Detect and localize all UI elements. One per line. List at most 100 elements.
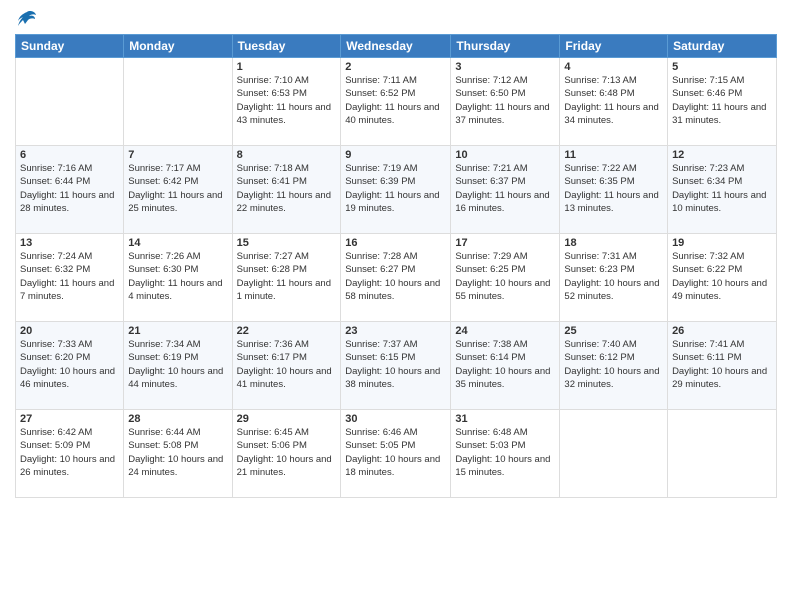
- day-info: Sunrise: 6:48 AM Sunset: 5:03 PM Dayligh…: [455, 426, 555, 479]
- day-info: Sunrise: 7:33 AM Sunset: 6:20 PM Dayligh…: [20, 338, 119, 391]
- day-info: Sunrise: 6:45 AM Sunset: 5:06 PM Dayligh…: [237, 426, 337, 479]
- day-number: 30: [345, 413, 446, 425]
- calendar-cell: 16Sunrise: 7:28 AM Sunset: 6:27 PM Dayli…: [341, 234, 451, 322]
- calendar-cell: 6Sunrise: 7:16 AM Sunset: 6:44 PM Daylig…: [16, 146, 124, 234]
- calendar-cell: 25Sunrise: 7:40 AM Sunset: 6:12 PM Dayli…: [560, 322, 668, 410]
- day-info: Sunrise: 7:29 AM Sunset: 6:25 PM Dayligh…: [455, 250, 555, 303]
- day-number: 10: [455, 149, 555, 161]
- calendar-cell: [124, 58, 232, 146]
- day-number: 14: [128, 237, 227, 249]
- day-number: 13: [20, 237, 119, 249]
- col-header-monday: Monday: [124, 35, 232, 58]
- day-number: 28: [128, 413, 227, 425]
- day-info: Sunrise: 7:38 AM Sunset: 6:14 PM Dayligh…: [455, 338, 555, 391]
- day-info: Sunrise: 7:17 AM Sunset: 6:42 PM Dayligh…: [128, 162, 227, 215]
- day-info: Sunrise: 7:21 AM Sunset: 6:37 PM Dayligh…: [455, 162, 555, 215]
- day-number: 3: [455, 61, 555, 73]
- calendar-cell: 27Sunrise: 6:42 AM Sunset: 5:09 PM Dayli…: [16, 410, 124, 498]
- day-info: Sunrise: 6:42 AM Sunset: 5:09 PM Dayligh…: [20, 426, 119, 479]
- calendar-header-row: SundayMondayTuesdayWednesdayThursdayFrid…: [16, 35, 777, 58]
- calendar-cell: 8Sunrise: 7:18 AM Sunset: 6:41 PM Daylig…: [232, 146, 341, 234]
- calendar-cell: 12Sunrise: 7:23 AM Sunset: 6:34 PM Dayli…: [668, 146, 777, 234]
- day-number: 12: [672, 149, 772, 161]
- day-info: Sunrise: 7:31 AM Sunset: 6:23 PM Dayligh…: [564, 250, 663, 303]
- day-info: Sunrise: 7:11 AM Sunset: 6:52 PM Dayligh…: [345, 74, 446, 127]
- day-number: 17: [455, 237, 555, 249]
- calendar-cell: 1Sunrise: 7:10 AM Sunset: 6:53 PM Daylig…: [232, 58, 341, 146]
- day-number: 7: [128, 149, 227, 161]
- day-info: Sunrise: 7:41 AM Sunset: 6:11 PM Dayligh…: [672, 338, 772, 391]
- day-number: 20: [20, 325, 119, 337]
- col-header-thursday: Thursday: [451, 35, 560, 58]
- calendar-cell: 22Sunrise: 7:36 AM Sunset: 6:17 PM Dayli…: [232, 322, 341, 410]
- calendar-cell: 30Sunrise: 6:46 AM Sunset: 5:05 PM Dayli…: [341, 410, 451, 498]
- col-header-tuesday: Tuesday: [232, 35, 341, 58]
- day-info: Sunrise: 7:26 AM Sunset: 6:30 PM Dayligh…: [128, 250, 227, 303]
- day-info: Sunrise: 7:37 AM Sunset: 6:15 PM Dayligh…: [345, 338, 446, 391]
- calendar-cell: 2Sunrise: 7:11 AM Sunset: 6:52 PM Daylig…: [341, 58, 451, 146]
- day-info: Sunrise: 7:34 AM Sunset: 6:19 PM Dayligh…: [128, 338, 227, 391]
- calendar-cell: 4Sunrise: 7:13 AM Sunset: 6:48 PM Daylig…: [560, 58, 668, 146]
- calendar-week-row: 20Sunrise: 7:33 AM Sunset: 6:20 PM Dayli…: [16, 322, 777, 410]
- day-number: 9: [345, 149, 446, 161]
- col-header-wednesday: Wednesday: [341, 35, 451, 58]
- calendar-cell: [16, 58, 124, 146]
- day-number: 18: [564, 237, 663, 249]
- day-number: 23: [345, 325, 446, 337]
- calendar-cell: [668, 410, 777, 498]
- day-number: 22: [237, 325, 337, 337]
- calendar-table: SundayMondayTuesdayWednesdayThursdayFrid…: [15, 34, 777, 498]
- day-number: 25: [564, 325, 663, 337]
- logo-bird-icon: [17, 10, 37, 28]
- day-info: Sunrise: 7:27 AM Sunset: 6:28 PM Dayligh…: [237, 250, 337, 303]
- day-number: 24: [455, 325, 555, 337]
- col-header-friday: Friday: [560, 35, 668, 58]
- calendar-cell: 13Sunrise: 7:24 AM Sunset: 6:32 PM Dayli…: [16, 234, 124, 322]
- col-header-sunday: Sunday: [16, 35, 124, 58]
- calendar-cell: 10Sunrise: 7:21 AM Sunset: 6:37 PM Dayli…: [451, 146, 560, 234]
- day-info: Sunrise: 7:40 AM Sunset: 6:12 PM Dayligh…: [564, 338, 663, 391]
- day-number: 31: [455, 413, 555, 425]
- day-number: 27: [20, 413, 119, 425]
- calendar-cell: 24Sunrise: 7:38 AM Sunset: 6:14 PM Dayli…: [451, 322, 560, 410]
- day-number: 21: [128, 325, 227, 337]
- day-info: Sunrise: 7:16 AM Sunset: 6:44 PM Dayligh…: [20, 162, 119, 215]
- day-info: Sunrise: 7:15 AM Sunset: 6:46 PM Dayligh…: [672, 74, 772, 127]
- day-info: Sunrise: 6:44 AM Sunset: 5:08 PM Dayligh…: [128, 426, 227, 479]
- calendar-cell: [560, 410, 668, 498]
- day-info: Sunrise: 7:13 AM Sunset: 6:48 PM Dayligh…: [564, 74, 663, 127]
- calendar-cell: 28Sunrise: 6:44 AM Sunset: 5:08 PM Dayli…: [124, 410, 232, 498]
- day-number: 19: [672, 237, 772, 249]
- day-info: Sunrise: 7:12 AM Sunset: 6:50 PM Dayligh…: [455, 74, 555, 127]
- calendar-cell: 18Sunrise: 7:31 AM Sunset: 6:23 PM Dayli…: [560, 234, 668, 322]
- calendar-cell: 7Sunrise: 7:17 AM Sunset: 6:42 PM Daylig…: [124, 146, 232, 234]
- day-number: 8: [237, 149, 337, 161]
- day-number: 26: [672, 325, 772, 337]
- day-number: 6: [20, 149, 119, 161]
- logo: [15, 10, 37, 28]
- calendar-cell: 11Sunrise: 7:22 AM Sunset: 6:35 PM Dayli…: [560, 146, 668, 234]
- calendar-cell: 5Sunrise: 7:15 AM Sunset: 6:46 PM Daylig…: [668, 58, 777, 146]
- calendar-cell: 26Sunrise: 7:41 AM Sunset: 6:11 PM Dayli…: [668, 322, 777, 410]
- day-info: Sunrise: 6:46 AM Sunset: 5:05 PM Dayligh…: [345, 426, 446, 479]
- calendar-cell: 23Sunrise: 7:37 AM Sunset: 6:15 PM Dayli…: [341, 322, 451, 410]
- calendar-week-row: 1Sunrise: 7:10 AM Sunset: 6:53 PM Daylig…: [16, 58, 777, 146]
- calendar-week-row: 6Sunrise: 7:16 AM Sunset: 6:44 PM Daylig…: [16, 146, 777, 234]
- day-number: 5: [672, 61, 772, 73]
- day-info: Sunrise: 7:24 AM Sunset: 6:32 PM Dayligh…: [20, 250, 119, 303]
- day-number: 16: [345, 237, 446, 249]
- col-header-saturday: Saturday: [668, 35, 777, 58]
- calendar-cell: 17Sunrise: 7:29 AM Sunset: 6:25 PM Dayli…: [451, 234, 560, 322]
- page: SundayMondayTuesdayWednesdayThursdayFrid…: [0, 0, 792, 612]
- day-number: 11: [564, 149, 663, 161]
- day-info: Sunrise: 7:36 AM Sunset: 6:17 PM Dayligh…: [237, 338, 337, 391]
- day-info: Sunrise: 7:19 AM Sunset: 6:39 PM Dayligh…: [345, 162, 446, 215]
- calendar-week-row: 27Sunrise: 6:42 AM Sunset: 5:09 PM Dayli…: [16, 410, 777, 498]
- calendar-cell: 31Sunrise: 6:48 AM Sunset: 5:03 PM Dayli…: [451, 410, 560, 498]
- day-number: 15: [237, 237, 337, 249]
- calendar-cell: 9Sunrise: 7:19 AM Sunset: 6:39 PM Daylig…: [341, 146, 451, 234]
- day-number: 29: [237, 413, 337, 425]
- calendar-cell: 14Sunrise: 7:26 AM Sunset: 6:30 PM Dayli…: [124, 234, 232, 322]
- day-info: Sunrise: 7:22 AM Sunset: 6:35 PM Dayligh…: [564, 162, 663, 215]
- calendar-week-row: 13Sunrise: 7:24 AM Sunset: 6:32 PM Dayli…: [16, 234, 777, 322]
